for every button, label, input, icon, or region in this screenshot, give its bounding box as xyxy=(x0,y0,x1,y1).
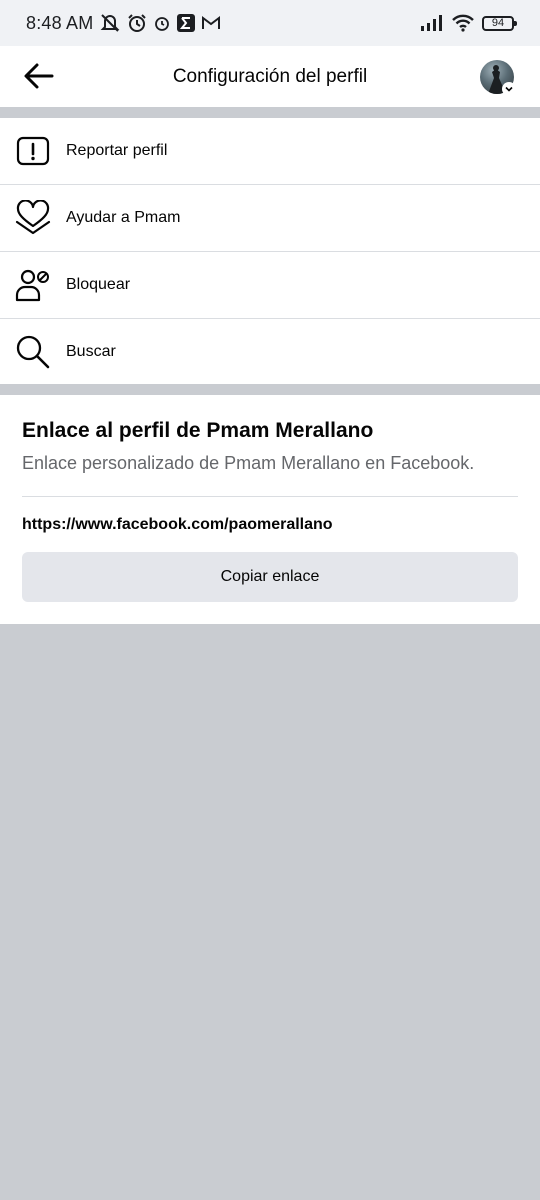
sigma-app-icon xyxy=(177,14,196,32)
profile-link-subtitle: Enlace personalizado de Pmam Merallano e… xyxy=(22,453,475,473)
divider xyxy=(22,496,518,497)
page-title: Configuración del perfil xyxy=(172,65,368,87)
status-icons-right: 94 xyxy=(420,14,517,32)
wifi-icon xyxy=(451,14,475,32)
menu-item-block[interactable]: Bloquear xyxy=(0,252,540,319)
chevron-down-icon xyxy=(502,82,516,96)
top-app-bar: Configuración del perfil xyxy=(0,46,540,107)
menu-item-help[interactable]: Ayudar a Pmam xyxy=(0,185,540,252)
mute-icon xyxy=(99,13,121,33)
copy-link-button[interactable]: Copiar enlace xyxy=(22,552,518,602)
profile-link-title: Enlace al perfil de Pmam Merallano xyxy=(22,419,374,442)
menu-item-report-profile[interactable]: Reportar perfil xyxy=(0,118,540,185)
status-time: 8:48 AM xyxy=(26,12,94,33)
menu-item-label: Ayudar a Pmam xyxy=(66,209,181,226)
profile-link-card: Enlace al perfil de Pmam Merallano Enlac… xyxy=(0,395,540,624)
status-bar: 8:48 AM 94 xyxy=(0,0,540,46)
account-switcher[interactable] xyxy=(480,60,516,96)
profile-url: https://www.facebook.com/paomerallano xyxy=(22,516,333,533)
section-separator xyxy=(0,384,540,395)
menu-item-label: Reportar perfil xyxy=(66,142,168,159)
menu-item-search[interactable]: Buscar xyxy=(0,319,540,385)
menu-item-label: Bloquear xyxy=(66,276,131,293)
report-icon xyxy=(15,133,51,169)
alarm-icon xyxy=(127,13,147,33)
profile-options-list: Reportar perfil Ayudar a Pmam Bloquear B… xyxy=(0,118,540,385)
gmail-icon xyxy=(201,15,221,31)
alarm-small-icon xyxy=(153,14,171,32)
menu-item-label: Buscar xyxy=(66,343,116,360)
status-icons-left xyxy=(99,13,221,33)
section-separator xyxy=(0,107,540,118)
arrow-left-icon xyxy=(24,63,54,89)
signal-icon xyxy=(420,15,444,31)
heart-hands-icon xyxy=(15,200,51,236)
battery-icon: 94 xyxy=(482,15,517,31)
back-button[interactable] xyxy=(22,61,56,91)
search-icon xyxy=(15,334,51,370)
block-user-icon xyxy=(15,267,51,303)
